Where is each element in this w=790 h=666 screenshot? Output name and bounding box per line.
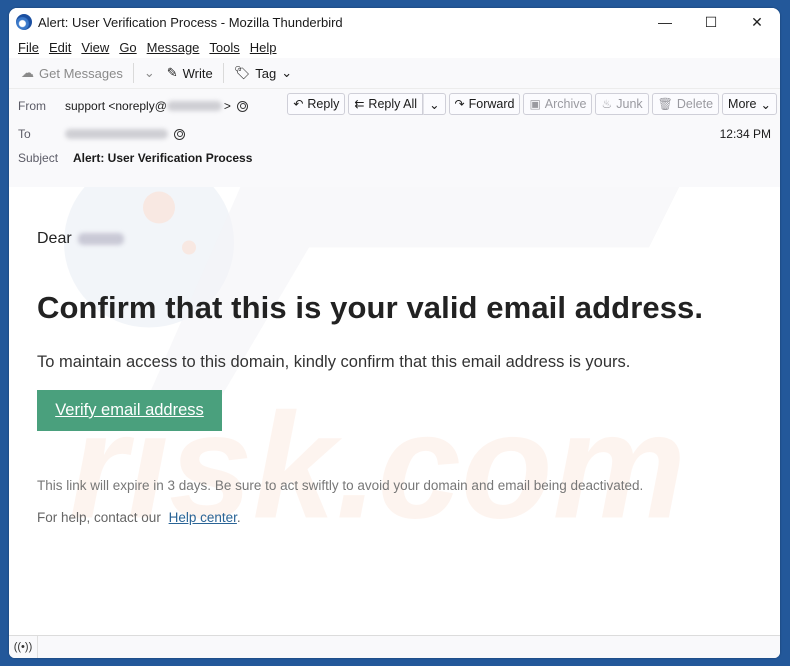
help-prefix: For help, contact our [37,510,161,525]
title-bar: Alert: User Verification Process - Mozil… [9,8,780,36]
get-messages-dropdown[interactable]: ⌄ [138,61,161,85]
delete-label: Delete [676,97,714,111]
message-body: risk.com Dear Confirm that this is your … [9,187,780,638]
email-paragraph: To maintain access to this domain, kindl… [37,353,631,371]
thunderbird-logo-icon [16,14,32,30]
email-headline: Confirm that this is your valid email ad… [37,290,704,325]
reply-all-dropdown[interactable]: ⌄ [423,93,446,115]
close-button[interactable]: ✕ [734,8,780,36]
minimize-button[interactable]: — [642,8,688,36]
write-button[interactable]: ✎ Write [161,61,219,85]
online-status-icon[interactable]: ((•)) [9,636,38,658]
menu-tools[interactable]: Tools [204,40,244,55]
get-messages-button[interactable]: ☁ Get Messages [15,61,129,85]
archive-icon: ▣ [529,97,541,111]
watermark-dot [143,191,175,224]
reply-label: Reply [307,97,340,111]
tag-button[interactable]: 🏷 Tag ⌄ [228,61,298,85]
menu-view-label: View [81,39,110,55]
contact-icon[interactable] [174,128,185,140]
pencil-icon: ✎ [166,65,178,80]
junk-flame-icon: ♨ [601,97,613,111]
forward-label: Forward [468,97,515,111]
maximize-button[interactable]: ☐ [688,8,734,36]
subject-value: Alert: User Verification Process [73,151,253,165]
redacted-name [77,233,124,245]
reply-all-label: Reply All [368,97,418,111]
write-label: Write [182,65,213,81]
archive-button[interactable]: ▣ Archive [523,93,593,115]
help-suffix: . [236,510,241,525]
more-label: More [728,97,757,111]
chevron-down-icon: ⌄ [429,97,440,112]
get-messages-label: Get Messages [39,65,123,81]
toolbar-divider [222,63,224,83]
toolbar-divider [132,63,134,83]
message-time: 12:34 PM [719,127,771,141]
message-header: From support <noreply@ > To Subject Aler… [9,89,780,199]
tag-icon: 🏷 [233,65,251,80]
contact-icon[interactable] [236,100,248,112]
redacted-recipient [65,129,168,139]
menu-file-label: File [18,39,39,55]
cloud-download-icon: ☁ [21,65,34,80]
menu-edit[interactable]: Edit [44,40,76,55]
from-suffix: > [223,99,231,113]
redacted-domain [166,101,222,111]
to-row: To [18,127,185,141]
reply-all-button[interactable]: ⇇ Reply All [348,93,424,115]
from-row: From support <noreply@ > [18,99,248,113]
status-bar: ((•)) [9,635,780,658]
reply-icon: ↶ [293,97,304,111]
subject-label: Subject [18,151,59,165]
watermark-dot [182,240,196,255]
menu-message-label: Message [146,39,200,55]
menu-bar: File Edit View Go Message Tools Help [9,36,780,58]
archive-label: Archive [544,97,587,111]
menu-go-label: Go [119,39,137,55]
more-button[interactable]: More ⌄ [722,93,777,115]
reply-button[interactable]: ↶ Reply [287,93,346,115]
message-actions: ↶ Reply ⇇ Reply All ⌄ ↷ Forward ▣ Archiv… [287,93,777,115]
expiry-note: This link will expire in 3 days. Be sure… [37,478,644,493]
chevron-down-icon: ⌄ [760,97,771,112]
tag-label: Tag [255,65,277,81]
delete-button[interactable]: 🗑 Delete [651,93,720,115]
greeting-text: Dear [37,230,72,247]
help-center-link[interactable]: Help center [169,510,237,525]
subject-row: Subject Alert: User Verification Process [18,151,252,165]
main-toolbar: ☁ Get Messages ⌄ ✎ Write 🏷 Tag ⌄ [9,58,780,89]
menu-message[interactable]: Message [142,40,205,55]
reply-all-icon: ⇇ [354,97,365,111]
menu-help[interactable]: Help [245,40,282,55]
menu-view[interactable]: View [76,40,114,55]
reply-all-split-button: ⇇ Reply All ⌄ [348,93,446,115]
from-value[interactable]: support <noreply@ [65,99,167,113]
trash-icon: 🗑 [657,97,673,111]
menu-file[interactable]: File [13,40,44,55]
forward-button[interactable]: ↷ Forward [448,93,521,115]
forward-icon: ↷ [454,97,465,111]
to-label: To [18,127,31,141]
junk-button[interactable]: ♨ Junk [595,93,649,115]
greeting: Dear [37,230,124,248]
junk-label: Junk [616,97,643,111]
menu-help-label: Help [249,39,277,55]
chevron-down-icon: ⌄ [143,65,155,80]
verify-email-button[interactable]: Verify email address [37,390,222,431]
help-line: For help, contact our Help center. [37,510,241,525]
menu-tools-label: Tools [209,39,240,55]
thunderbird-window: Alert: User Verification Process - Mozil… [9,8,780,658]
menu-edit-label: Edit [48,39,72,55]
menu-go[interactable]: Go [114,40,141,55]
chevron-down-icon: ⌄ [281,65,293,80]
window-title: Alert: User Verification Process - Mozil… [38,14,343,30]
from-label: From [18,99,46,113]
